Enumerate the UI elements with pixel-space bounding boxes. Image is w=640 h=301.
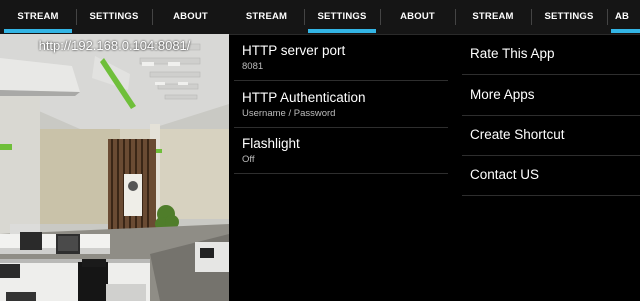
tab-stream[interactable]: STREAM bbox=[229, 0, 304, 34]
about-more-apps[interactable]: More Apps bbox=[462, 75, 640, 116]
tab-stream[interactable]: STREAM bbox=[0, 0, 76, 34]
tab-bar: STREAM SETTINGS AB bbox=[455, 0, 640, 35]
stream-panel: STREAM SETTINGS ABOUT http://192.168.0.1… bbox=[0, 0, 229, 301]
setting-flashlight[interactable]: Flashlight Off bbox=[234, 128, 448, 174]
about-item-label: Contact US bbox=[470, 167, 540, 182]
tab-about[interactable]: AB bbox=[607, 0, 640, 34]
about-item-label: Rate This App bbox=[470, 46, 555, 61]
about-item-label: Create Shortcut bbox=[470, 127, 565, 142]
tab-bar: STREAM SETTINGS ABOUT bbox=[229, 0, 455, 35]
tab-about[interactable]: ABOUT bbox=[152, 0, 229, 34]
setting-http-port[interactable]: HTTP server port 8081 bbox=[234, 34, 448, 81]
tab-bar: STREAM SETTINGS ABOUT bbox=[0, 0, 229, 35]
camera-preview[interactable] bbox=[0, 34, 229, 301]
setting-value: Off bbox=[242, 154, 255, 165]
tab-about[interactable]: ABOUT bbox=[380, 0, 455, 34]
about-create-shortcut[interactable]: Create Shortcut bbox=[462, 115, 640, 156]
setting-title: HTTP Authentication bbox=[242, 90, 366, 105]
stream-url: http://192.168.0.104:8081/ bbox=[38, 38, 191, 53]
tab-settings[interactable]: SETTINGS bbox=[76, 0, 152, 34]
tab-settings[interactable]: SETTINGS bbox=[531, 0, 607, 34]
about-contact-us[interactable]: Contact US bbox=[462, 155, 640, 196]
setting-value: 8081 bbox=[242, 61, 264, 72]
about-rate-app[interactable]: Rate This App bbox=[462, 34, 640, 75]
tab-stream[interactable]: STREAM bbox=[455, 0, 531, 34]
setting-title: Flashlight bbox=[242, 136, 300, 151]
office-scene-image bbox=[0, 34, 229, 301]
setting-http-authentication[interactable]: HTTP Authentication Username / Password bbox=[234, 81, 448, 128]
setting-value: Username / Password bbox=[242, 108, 336, 119]
setting-title: HTTP server port bbox=[242, 43, 346, 58]
about-item-label: More Apps bbox=[470, 87, 535, 102]
tab-settings[interactable]: SETTINGS bbox=[304, 0, 380, 34]
